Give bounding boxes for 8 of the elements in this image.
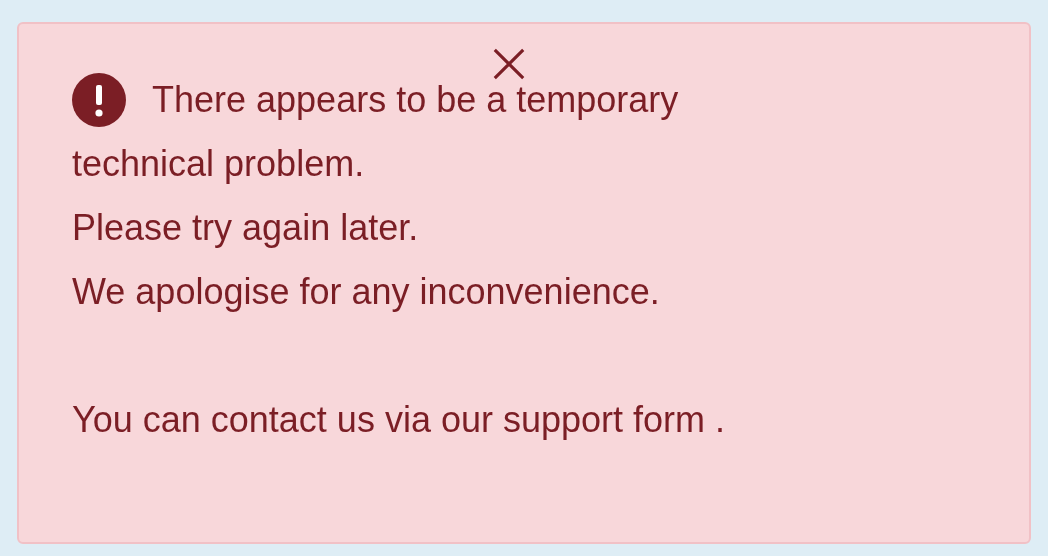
exclamation-icon xyxy=(72,73,126,127)
contact-text: You can contact us via our support form . xyxy=(72,398,726,442)
message-line: Please try again later. xyxy=(72,206,419,250)
error-message: There appears to be a temporary xyxy=(152,82,679,118)
support-form-link[interactable]: support form xyxy=(502,399,706,440)
message-line: technical problem. xyxy=(72,142,365,186)
message-line: We apologise for any inconvenience. xyxy=(72,270,660,314)
close-icon[interactable] xyxy=(493,48,525,80)
